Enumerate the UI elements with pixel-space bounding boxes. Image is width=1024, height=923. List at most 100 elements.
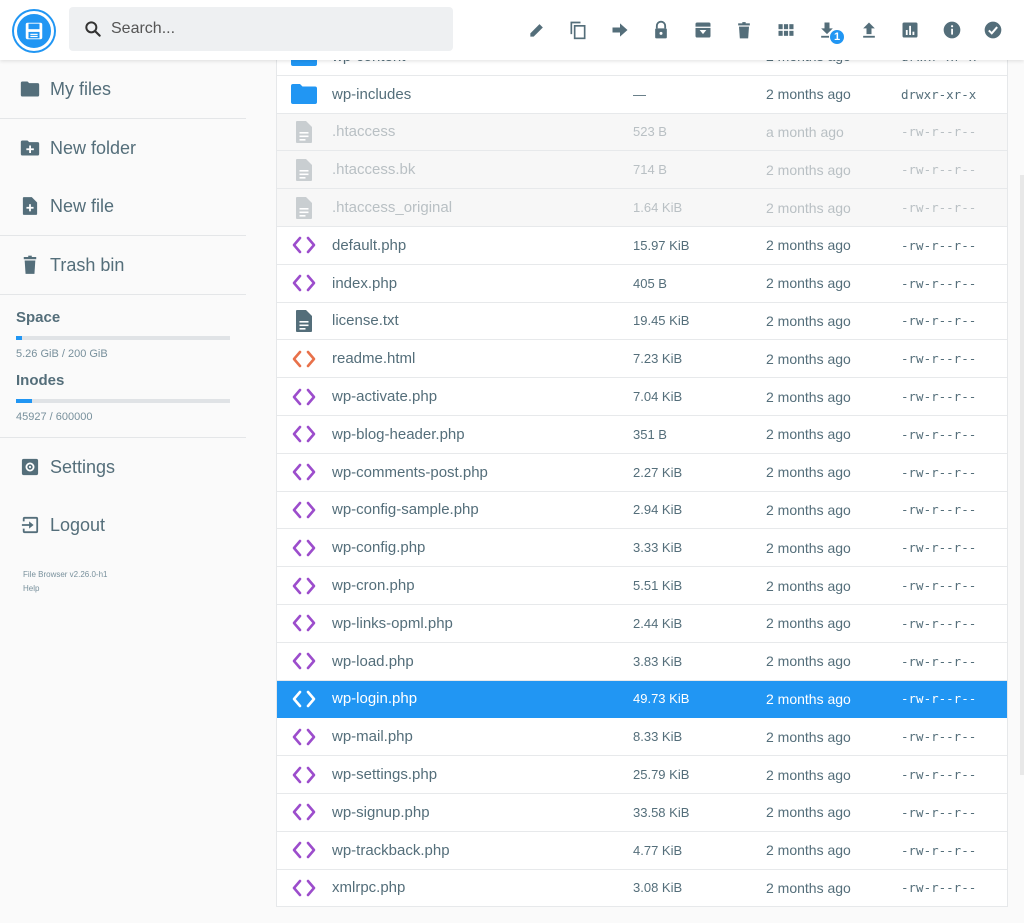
file-modified: 2 months ago	[766, 879, 851, 896]
file-row[interactable]: .htaccess_original 1.64 KiB 2 months ago -r…	[277, 189, 1007, 227]
file-text-icon	[277, 309, 331, 333]
file-row[interactable]: wp-signup.php 33.58 KiB 2 months ago -rw-r-…	[277, 794, 1007, 832]
file-name: wp-cron.php	[332, 577, 415, 595]
view-mode-button[interactable]	[765, 14, 807, 46]
file-modified: 2 months ago	[766, 766, 851, 783]
inodes-progress-bar	[16, 399, 230, 403]
file-name: wp-links-opml.php	[332, 614, 453, 632]
file-size: 523 B	[633, 124, 667, 140]
file-row[interactable]: default.php 15.97 KiB 2 months ago -rw-r--r…	[277, 227, 1007, 265]
sidebar-item-trash-bin[interactable]: Trash bin	[0, 236, 246, 294]
scrollbar[interactable]	[1020, 175, 1024, 775]
sidebar-item-logout[interactable]: Logout	[0, 496, 246, 554]
inodes-value: 45927 / 600000	[16, 411, 93, 423]
credits: File Browser v2.26.0-h1 Help	[0, 554, 246, 596]
file-name: wp-settings.php	[332, 766, 438, 784]
copy-icon	[570, 21, 586, 40]
upload-button[interactable]	[848, 14, 890, 46]
sidebar-item-my-files[interactable]: My files	[0, 60, 246, 118]
space-progress-fill	[16, 336, 22, 340]
file-row[interactable]: wp-login.php 49.73 KiB 2 months ago -rw-r--…	[277, 680, 1007, 719]
file-row[interactable]: wp-config-sample.php 2.94 KiB 2 months ago…	[277, 492, 1007, 530]
file-row[interactable]: wp-activate.php 7.04 KiB 2 months ago -rw-r…	[277, 378, 1007, 416]
file-name: wp-config.php	[332, 539, 426, 557]
file-row[interactable]: readme.html 7.23 KiB 2 months ago -rw-r--r-…	[277, 340, 1007, 379]
file-name: xmlrpc.php	[332, 879, 406, 897]
select-multiple-button[interactable]	[973, 14, 1015, 46]
sidebar-item-label: Trash bin	[50, 254, 125, 275]
file-size: 19.45 KiB	[633, 313, 690, 329]
file-row[interactable]: wp-blog-header.php 351 B 2 months ago -rw-r…	[277, 416, 1007, 454]
file-permissions: -rw-r--r--	[901, 804, 977, 820]
sidebar-item-new-folder[interactable]: New folder	[0, 119, 246, 177]
file-size: 3.83 KiB	[633, 653, 683, 669]
file-permissions: -rw-r--r--	[901, 162, 977, 178]
sidebar-item-new-file[interactable]: New file	[0, 177, 246, 235]
search-input[interactable]	[111, 20, 411, 38]
check-circle-icon	[984, 21, 1002, 39]
help-link[interactable]: Help	[23, 582, 246, 596]
quota-panel: Space 5.26 GiB / 200 GiB Inodes 45927 / …	[0, 295, 246, 431]
copy-button[interactable]	[558, 14, 600, 46]
file-modified: 2 months ago	[766, 350, 851, 367]
file-row[interactable]: wp-cron.php 5.51 KiB 2 months ago -rw-r--r-…	[277, 567, 1007, 605]
file-row[interactable]: wp-comments-post.php 2.27 KiB 2 months ago…	[277, 454, 1007, 492]
sidebar-item-label: New folder	[50, 137, 137, 158]
file-modified: 2 months ago	[766, 464, 851, 481]
file-row[interactable]: wp-settings.php 25.79 KiB 2 months ago -rw-…	[277, 756, 1007, 794]
file-name: readme.html	[332, 350, 416, 368]
file-modified: 2 months ago	[766, 804, 851, 821]
stats-button[interactable]	[890, 14, 932, 46]
sidebar-item-settings[interactable]: Settings	[0, 438, 246, 496]
file-row[interactable]: wp-includes — 2 months ago drwxr-xr-x	[277, 76, 1007, 114]
file-text-icon	[277, 158, 331, 182]
permissions-button[interactable]	[641, 14, 683, 46]
sidebar-item-label: My files	[50, 78, 112, 99]
delete-button[interactable]	[724, 14, 766, 46]
code-file-icon	[277, 727, 331, 747]
file-row[interactable]: .htaccess.bk 714 B 2 months ago -rw-r--r--	[277, 151, 1007, 190]
pencil-icon	[530, 24, 543, 37]
file-modified: 2 months ago	[766, 653, 851, 670]
move-button[interactable]	[599, 14, 641, 46]
file-row[interactable]: wp-trackback.php 4.77 KiB 2 months ago -rw-…	[277, 832, 1007, 870]
file-size: 7.04 KiB	[633, 389, 683, 405]
settings-icon	[20, 457, 40, 477]
rename-button[interactable]	[516, 14, 558, 46]
file-row[interactable]: wp-mail.php 8.33 KiB 2 months ago -rw-r--r-…	[277, 718, 1007, 757]
file-name: wp-trackback.php	[332, 841, 450, 859]
code-file-icon	[277, 576, 331, 596]
file-modified: 2 months ago	[766, 728, 851, 745]
file-modified: 2 months ago	[766, 275, 851, 292]
file-row[interactable]: wp-load.php 3.83 KiB 2 months ago -rw-r--r-…	[277, 643, 1007, 681]
file-row[interactable]: wp-links-opml.php 2.44 KiB 2 months ago -rw…	[277, 605, 1007, 643]
file-listing: wp-content—2 months agodrwxr-xr-xwp-incl…	[276, 38, 1008, 908]
sidebar: My files New folder New file Trash bin S…	[0, 60, 246, 923]
floppy-icon	[25, 22, 43, 40]
code-file-icon	[277, 273, 331, 293]
sidebar-item-label: Logout	[50, 514, 106, 535]
file-row[interactable]: wp-config.php 3.33 KiB 2 months ago -rw-r--…	[277, 529, 1007, 568]
file-row[interactable]: xmlrpc.php 3.08 KiB 2 months ago -rw-r--r--	[277, 870, 1007, 908]
info-button[interactable]	[931, 14, 973, 46]
download-button[interactable]: 1	[807, 14, 849, 46]
file-permissions: -rw-r--r--	[901, 351, 977, 367]
file-permissions: -rw-r--r--	[901, 426, 977, 442]
file-size: 4.77 KiB	[633, 842, 683, 858]
version-text: File Browser v2.26.0-h1	[23, 570, 108, 579]
arrow-right-icon	[612, 23, 628, 37]
file-size: 15.97 KiB	[633, 237, 690, 253]
search-bar[interactable]	[69, 7, 453, 51]
archive-icon	[695, 22, 711, 38]
file-modified: 2 months ago	[766, 539, 851, 556]
logout-icon	[20, 515, 40, 535]
file-row[interactable]: .htaccess 523 B a month ago -rw-r--r--	[277, 113, 1007, 152]
file-modified: 2 months ago	[766, 615, 851, 632]
file-name: wp-activate.php	[332, 388, 438, 406]
archive-button[interactable]	[682, 14, 724, 46]
code-file-icon	[277, 840, 331, 860]
app-logo[interactable]	[14, 11, 54, 51]
space-progress-bar	[16, 336, 230, 340]
file-row[interactable]: license.txt 19.45 KiB 2 months ago -rw-r--r…	[277, 303, 1007, 341]
file-row[interactable]: index.php 405 B 2 months ago -rw-r--r--	[277, 265, 1007, 303]
